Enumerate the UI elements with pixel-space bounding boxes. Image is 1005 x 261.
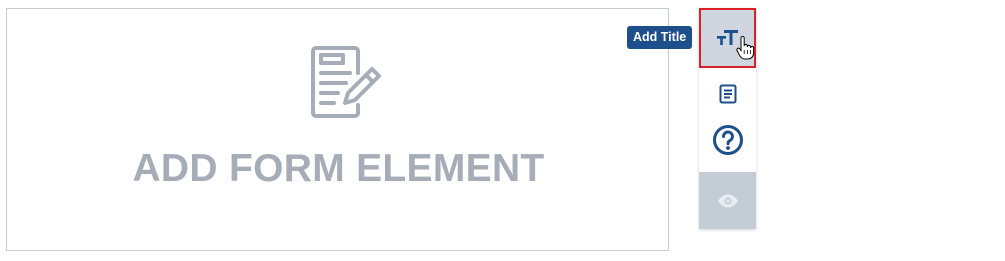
form-drop-area[interactable]: ADD FORM ELEMENT: [6, 8, 669, 251]
add-question-button[interactable]: [699, 118, 756, 162]
document-icon: [719, 84, 736, 104]
form-builder: ADD FORM ELEMENT Add Title: [0, 0, 1005, 261]
preview-button[interactable]: [699, 172, 756, 229]
form-edit-icon: [311, 46, 381, 118]
add-title-button[interactable]: [699, 8, 756, 68]
element-toolbar: [699, 8, 756, 229]
add-title-tooltip: Add Title: [627, 26, 693, 49]
add-text-button[interactable]: [699, 76, 756, 112]
add-form-element-label: ADD FORM ELEMENT: [132, 147, 545, 190]
question-circle-icon: [712, 125, 743, 155]
text-size-icon: [716, 30, 738, 45]
eye-icon: [717, 194, 738, 207]
